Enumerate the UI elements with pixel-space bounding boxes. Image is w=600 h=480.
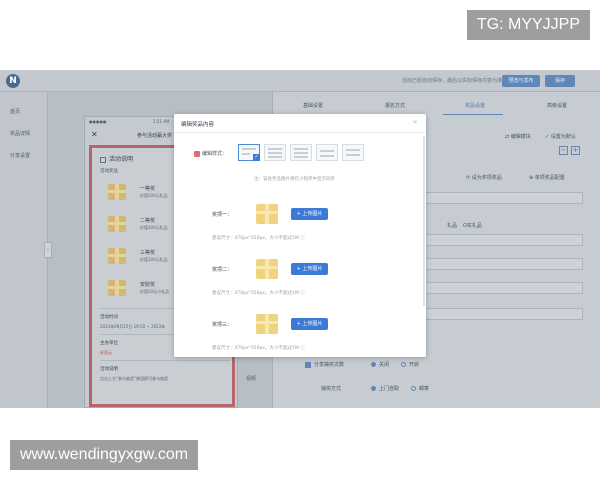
prize-label-3: 奖项三： — [212, 322, 233, 328]
checkbox-icon[interactable] — [305, 361, 311, 368]
pickup-radio[interactable]: 上门自取 — [371, 385, 399, 392]
sidebar: 首页 奖品详情 分享设置 — [0, 92, 48, 408]
prize-desc: 价值500元礼品 — [140, 193, 168, 198]
gift-option-1[interactable]: 礼品 — [447, 222, 457, 229]
sidebar-item-home[interactable]: 首页 — [10, 108, 20, 115]
style-option-2[interactable] — [264, 144, 286, 161]
tab-basic[interactable]: 基础设置 — [303, 102, 323, 109]
share-row: 分享抽奖次数 — [305, 361, 344, 368]
set-prize-link[interactable]: ⟳ 设为奖项奖品 — [466, 174, 502, 181]
prize-label-1: 奖项一： — [212, 212, 233, 218]
gift-icon — [108, 248, 126, 264]
tab-signup[interactable]: 报名方式 — [385, 102, 405, 109]
close-icon[interactable]: × — [412, 118, 418, 126]
radio-icon — [371, 362, 376, 367]
style-icon — [194, 150, 200, 157]
prize-desc: 价值100元礼品 — [140, 257, 168, 262]
unit-config-link[interactable]: ⊕ 单项奖品配置 — [529, 174, 565, 181]
style-option-4[interactable] — [316, 144, 338, 161]
tab-advanced[interactable]: 高级设置 — [547, 102, 567, 109]
radio-icon — [401, 362, 406, 367]
close-icon[interactable]: ✕ — [91, 130, 98, 139]
style-option-5[interactable] — [342, 144, 364, 161]
gift-icon — [108, 280, 126, 296]
modal-hint: 注：该处奖品图片将在小程序中显示同步 — [254, 177, 335, 182]
upload-button-3[interactable]: + 上传图片 — [291, 318, 328, 330]
gift-icon — [108, 184, 126, 200]
time-label: 活动时间 — [100, 315, 118, 320]
time-value: 2023年09月25日 19:50 ~ 2023年 — [100, 324, 166, 329]
gift-icon — [256, 259, 278, 279]
upload-button-2[interactable]: + 上传图片 — [291, 263, 328, 275]
status-time: 1:21 AM — [153, 119, 170, 124]
style-option-3[interactable] — [290, 144, 312, 161]
tab-prizes[interactable]: 奖品设置 — [465, 102, 485, 109]
style-option-1[interactable]: ✓ — [238, 144, 260, 161]
select-field[interactable] — [423, 234, 583, 246]
prize-name: 二等奖 — [140, 218, 156, 224]
logo-icon[interactable]: N — [6, 74, 20, 88]
prize-name: 三等奖 — [140, 250, 156, 256]
preview-publish-button[interactable]: 预览与发布 — [502, 75, 540, 87]
watermark-bottom: www.wendingyxgw.com — [10, 440, 199, 470]
share-off-radio[interactable]: 关闭 — [371, 361, 389, 368]
size-hint-2: 建议尺寸：470px*350px，大小不超过1M ⓘ — [212, 291, 305, 296]
organizer-label: 主办单位 — [100, 341, 118, 346]
plus-icon[interactable]: + — [571, 146, 580, 155]
prize-desc: 价值300元礼品 — [140, 225, 168, 230]
input-field[interactable] — [423, 308, 583, 320]
collapse-handle[interactable]: ‹ — [44, 242, 52, 258]
input-field[interactable] — [423, 192, 583, 204]
size-hint-3: 建议尺寸：470px*350px，大小不超过1M ⓘ — [212, 346, 305, 351]
scrollbar[interactable] — [423, 136, 425, 306]
upload-button-1[interactable]: + 上传图片 — [291, 208, 328, 220]
share-label: 分享抽奖次数 — [314, 362, 345, 368]
input-field[interactable] — [423, 258, 583, 270]
autosave-hint: 活动已经自动保存，最后以实际保存内容为准 — [402, 78, 503, 84]
divider — [174, 132, 426, 133]
organizer-value: 昇图云 — [100, 350, 112, 355]
set-default-link[interactable]: ✓ 设置为默认 — [545, 133, 576, 140]
phone-page-title: 参与活动赢大奖 — [137, 133, 173, 139]
top-bar: N 活动已经自动保存，最后以实际保存内容为准 预览与发布 保存 — [0, 70, 600, 92]
prize-desc: 价值50元小礼品 — [140, 289, 170, 294]
input-field[interactable] — [423, 282, 583, 294]
gift-icon — [108, 216, 126, 232]
radio-icon — [411, 386, 416, 391]
share-on-radio[interactable]: 开启 — [401, 361, 419, 368]
sidebar-item-prize-details[interactable]: 奖品详情 — [10, 130, 30, 137]
divider — [100, 360, 230, 361]
prize-label-2: 奖项二： — [212, 267, 233, 273]
prize-name: 安慰奖 — [140, 282, 156, 288]
watermark-top: TG: MYYJJPP — [466, 10, 590, 40]
prizes-label: 活动奖品 — [100, 169, 118, 174]
card-title: 活动说明 — [100, 154, 133, 163]
sidebar-item-share-settings[interactable]: 分享设置 — [10, 152, 30, 159]
mail-radio[interactable]: 邮寄 — [411, 385, 429, 392]
gift-option-2[interactable]: O实礼品 — [463, 222, 482, 229]
gift-icon — [256, 204, 278, 224]
section-icon — [100, 156, 106, 163]
video-label: 视频 — [246, 376, 257, 382]
gift-icon — [256, 314, 278, 334]
prize-name: 一等奖 — [140, 186, 156, 192]
style-label: 编辑样式： — [194, 150, 227, 157]
edit-template-link[interactable]: ⇄ 编辑模块 — [505, 133, 531, 140]
modal-title: 编辑奖品内容 — [181, 122, 215, 128]
signal-icon: ●●●●● — [89, 119, 107, 124]
active-tab-indicator — [443, 114, 503, 115]
check-icon: ✓ — [253, 154, 260, 161]
method-label: 抽奖方式 — [321, 386, 342, 392]
size-hint-1: 建议尺寸：470px*350px，大小不超过1M ⓘ — [212, 236, 305, 241]
minus-icon[interactable]: − — [559, 146, 568, 155]
radio-icon — [371, 386, 376, 391]
edit-prize-modal: 编辑奖品内容 × 编辑样式： ✓ 注：该处奖品图片将在小程序中显示同步 奖项一：… — [174, 114, 426, 357]
desc-value: 点击上方“参与抽奖”按钮即可参与抽奖 — [100, 376, 169, 381]
desc-label: 活动说明 — [100, 367, 118, 372]
save-button[interactable]: 保存 — [545, 75, 575, 87]
